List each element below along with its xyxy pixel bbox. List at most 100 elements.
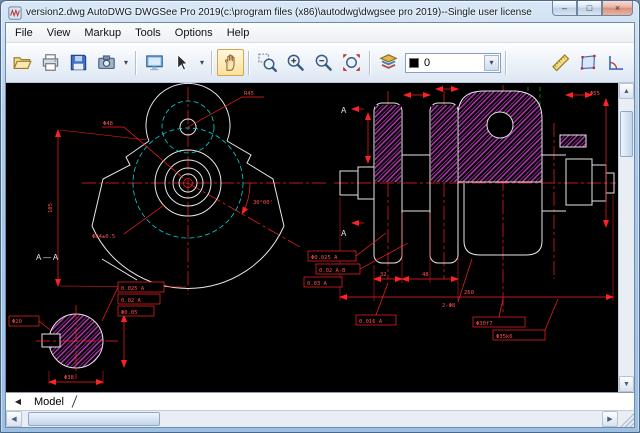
menu-file[interactable]: File [8,24,40,42]
tab-nav-left-button[interactable]: ◀ [10,397,26,406]
dim-label: 105 [48,203,54,213]
drawing-canvas[interactable]: 30°00' R45 Φ48 105 Φ84±0.5 A — A Φ38 Φ20… [6,83,618,392]
menu-bar: File View Markup Tools Options Help [6,23,634,43]
app-icon [8,5,22,20]
dim-label: Φ84±0.5 [92,234,115,240]
ruler-icon [552,54,570,72]
dim-label: 30°00' [253,200,273,206]
dim-label: Φ55 [590,91,600,97]
dim-label: R45 [244,91,254,97]
scroll-up-button[interactable]: ▲ [619,83,634,99]
dim-label: Φ0.05 [121,310,138,316]
layers-button[interactable] [375,49,402,76]
zoom-out-icon [315,54,332,71]
select-arrow-dropdown[interactable]: ▾ [197,58,207,67]
client-area: File View Markup Tools Options Help ▾ ▾ [5,22,635,428]
minimize-button[interactable]: – [552,1,577,16]
fullscreen-button[interactable] [141,49,168,76]
floppy-icon [70,54,87,71]
dim-label: Φ48 [103,121,113,127]
maximize-button[interactable]: □ [577,1,602,16]
workspace: 30°00' R45 Φ48 105 Φ84±0.5 A — A Φ38 Φ20… [6,83,634,392]
measure-distance-button[interactable] [547,49,574,76]
dim-label: 0.02 A-B [319,268,346,274]
title-bar[interactable]: version2.dwg AutoDWG DWGSee Pro 2019(c:\… [5,1,635,22]
cut-label-bottom: A [341,229,347,238]
app-window: version2.dwg AutoDWG DWGSee Pro 2019(c:\… [0,0,640,433]
caption-buttons: – □ × [552,1,633,16]
measure-angle-button[interactable] [603,49,630,76]
print-button[interactable] [37,49,64,76]
scroll-left-button[interactable]: ◀ [6,411,22,427]
menu-view[interactable]: View [40,24,78,42]
resize-grip[interactable] [618,411,634,427]
menu-markup[interactable]: Markup [77,24,128,42]
section-label: A — A [36,253,59,262]
tab-edge [71,395,78,408]
layer-combo-dropdown[interactable]: ▾ [484,54,499,71]
horizontal-scroll-track[interactable] [22,411,602,427]
zoom-in-button[interactable] [282,49,309,76]
toolbar-separator [248,50,250,75]
measure-group [547,49,630,76]
close-button[interactable]: × [602,1,633,16]
measure-area-button[interactable] [575,49,602,76]
layer-combo-value: 0 [424,56,431,69]
select-arrow-button[interactable] [169,49,196,76]
layer-combo[interactable]: 0 ▾ [405,52,501,73]
printer-icon [42,54,59,71]
capture-dropdown[interactable]: ▾ [121,58,131,67]
scroll-down-button[interactable]: ▼ [619,376,634,392]
window-title: version2.dwg AutoDWG DWGSee Pro 2019(c:\… [26,7,532,18]
dim-label: 32 [380,272,387,278]
layer-color-swatch [409,57,419,68]
tab-model-label: Model [34,395,64,408]
capture-button[interactable] [93,49,120,76]
dim-label: 48 [422,272,429,278]
toolbar-separator [211,50,213,75]
dim-label: Φ38 [64,375,74,381]
toolbar: ▾ ▾ 0 ▾ [6,43,634,83]
area-polygon-icon [580,54,596,70]
save-button[interactable] [65,49,92,76]
dim-label: Φ30f7 [476,321,493,327]
dim-label: 0.016 A [359,319,383,325]
menu-options[interactable]: Options [168,24,220,42]
horizontal-scrollbar[interactable]: ◀ ▶ [6,410,634,427]
open-folder-icon [13,57,32,70]
dim-label: 0.02 A [121,298,142,304]
dim-label: 2-Φ8 [442,303,455,309]
zoom-extents-button[interactable] [338,49,365,76]
scroll-right-button[interactable]: ▶ [602,411,618,427]
menu-tools[interactable]: Tools [128,24,168,42]
vertical-scrollbar[interactable]: ▲ ▼ [618,83,634,392]
toolbar-separator [135,50,137,75]
menu-help[interactable]: Help [220,24,257,42]
vertical-scroll-track[interactable] [619,99,634,376]
cut-label-top: A [341,106,347,115]
zoom-out-button[interactable] [310,49,337,76]
zoom-in-icon [287,54,304,71]
zoom-window-button[interactable] [254,49,281,76]
layout-tab-bar: ◀ Model [6,392,634,410]
horizontal-scroll-thumb[interactable] [28,412,160,426]
pan-button[interactable] [217,49,244,76]
dim-label: 0.025 A [121,286,145,292]
toolbar-separator [369,50,371,75]
angle-icon [609,55,624,70]
dim-label: 0.03 A [307,281,328,287]
dim-label: 260 [464,290,474,296]
hand-pan-icon [225,54,235,71]
zoom-extents-icon [343,54,360,71]
layers-icon [379,54,398,69]
cursor-arrow-icon [177,53,189,71]
dim-label: Φ35k6 [496,334,513,340]
dim-label: Φ0.025 A [311,255,338,261]
tab-model[interactable]: Model [26,393,78,410]
vertical-scroll-thumb[interactable] [620,111,633,157]
toolbar-separator [505,50,507,75]
open-button[interactable] [9,49,36,76]
dim-label: Φ20 [12,319,22,325]
monitor-icon [146,55,163,71]
camera-icon [98,55,115,70]
